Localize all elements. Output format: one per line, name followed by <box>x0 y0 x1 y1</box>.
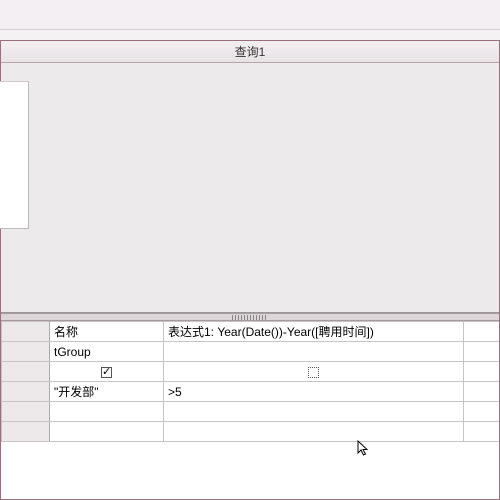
row-header[interactable] <box>2 382 50 402</box>
splitter-grip-icon <box>232 315 268 320</box>
pane-splitter[interactable] <box>1 313 499 321</box>
field-row: 名称 表达式1: Year(Date())-Year([聘用时间]) <box>2 322 500 342</box>
criteria-row: "开发部" >5 <box>2 382 500 402</box>
or-cell-3b[interactable] <box>464 422 500 442</box>
row-header[interactable] <box>2 322 50 342</box>
show-row <box>2 362 500 382</box>
app-toolbar-area <box>0 0 500 30</box>
table-diagram-pane[interactable] <box>1 63 499 313</box>
query-design-grid[interactable]: 名称 表达式1: Year(Date())-Year([聘用时间]) tGrou… <box>1 321 499 499</box>
row-header[interactable] <box>2 402 50 422</box>
table-cell-3[interactable] <box>464 342 500 362</box>
field-cell-1[interactable]: 名称 <box>50 322 164 342</box>
row-header[interactable] <box>2 422 50 442</box>
window-title: 查询1 <box>235 45 266 59</box>
show-cell-2[interactable] <box>164 362 464 382</box>
field-cell-2[interactable]: 表达式1: Year(Date())-Year([聘用时间]) <box>164 322 464 342</box>
or-cell-2b[interactable] <box>164 422 464 442</box>
design-grid-table: 名称 表达式1: Year(Date())-Year([聘用时间]) tGrou… <box>1 321 499 442</box>
table-cell-2[interactable] <box>164 342 464 362</box>
or-row-2 <box>2 422 500 442</box>
show-checkbox-2[interactable] <box>308 367 319 378</box>
criteria-cell-1[interactable]: "开发部" <box>50 382 164 402</box>
show-checkbox-1[interactable] <box>101 367 112 378</box>
or-cell-1b[interactable] <box>50 422 164 442</box>
show-cell-3[interactable] <box>464 362 500 382</box>
or-cell-3[interactable] <box>464 402 500 422</box>
or-cell-2[interactable] <box>164 402 464 422</box>
row-header[interactable] <box>2 362 50 382</box>
field-cell-3[interactable] <box>464 322 500 342</box>
or-cell-1[interactable] <box>50 402 164 422</box>
criteria-cell-2[interactable]: >5 <box>164 382 464 402</box>
criteria-cell-3[interactable] <box>464 382 500 402</box>
query-design-window: 查询1 名称 表达式1: Year(Date())-Year([聘用时间]) t… <box>0 40 500 500</box>
row-header[interactable] <box>2 342 50 362</box>
table-field-list[interactable] <box>0 81 29 229</box>
table-cell-1[interactable]: tGroup <box>50 342 164 362</box>
table-row: tGroup <box>2 342 500 362</box>
window-title-bar[interactable]: 查询1 <box>1 41 499 63</box>
show-cell-1[interactable] <box>50 362 164 382</box>
or-row <box>2 402 500 422</box>
